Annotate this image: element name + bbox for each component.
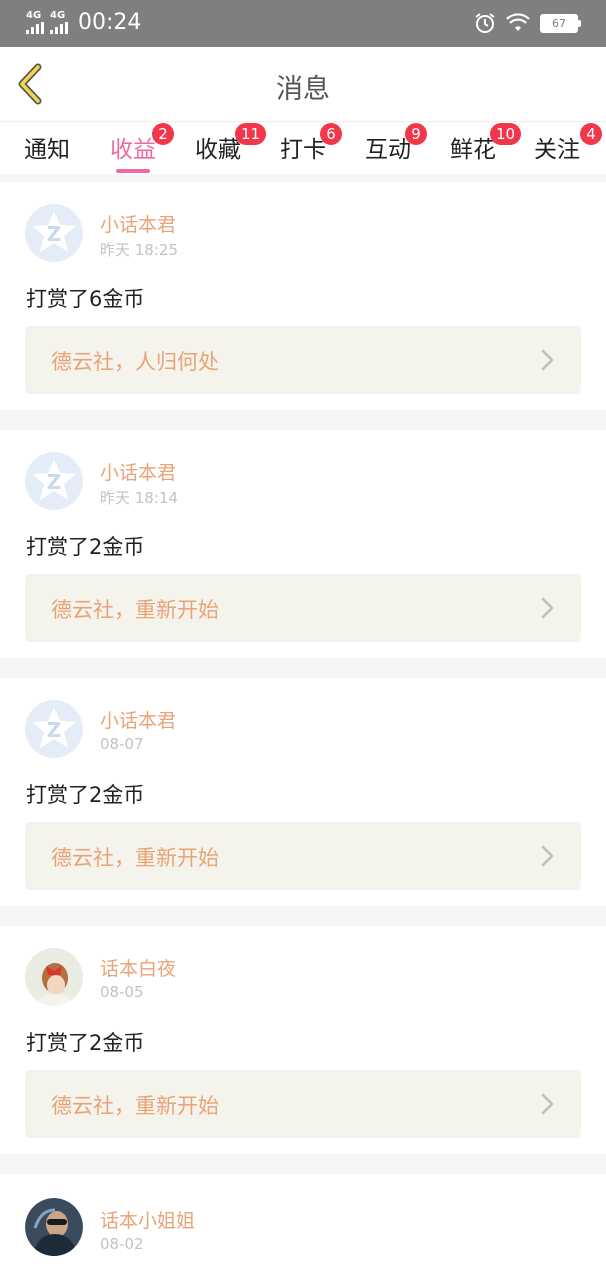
story-title: 德云社，重新开始 xyxy=(51,1094,219,1118)
timestamp: 08-02 xyxy=(100,1235,144,1253)
timestamp: 昨天 18:25 xyxy=(100,241,178,259)
tab-checkin[interactable]: 打卡 6 xyxy=(280,123,342,164)
message-card: Z 小话本君 08-07 打赏了2金币 德云社，重新开始 xyxy=(0,678,606,906)
tab-label: 通知 xyxy=(24,137,70,163)
battery-icon: 67 xyxy=(540,13,581,33)
story-link[interactable]: 德云社，重新开始 xyxy=(25,822,581,890)
message-card: Z 小话本君 昨天 18:25 打赏了6金币 德云社，人归何处 xyxy=(0,182,606,410)
app-logo-icon: Z xyxy=(25,452,83,510)
tab-favorites[interactable]: 收藏 11 xyxy=(195,123,267,164)
svg-text:Z: Z xyxy=(47,718,62,742)
message-card: Z 小话本君 昨天 18:14 打赏了2金币 德云社，重新开始 xyxy=(0,430,606,658)
chevron-right-icon xyxy=(541,845,554,867)
user-photo-icon xyxy=(25,1198,83,1256)
message-text: 打赏了2金币 xyxy=(26,783,145,807)
username[interactable]: 小话本君 xyxy=(100,706,176,733)
username[interactable]: 小话本君 xyxy=(100,458,176,485)
avatar[interactable]: Z xyxy=(25,700,83,758)
tab-label: 打卡 xyxy=(280,137,326,163)
badge: 6 xyxy=(320,123,342,145)
username[interactable]: 小话本君 xyxy=(100,210,176,237)
tab-label: 收藏 xyxy=(195,137,241,163)
message-card: 话本小姐姐 08-02 xyxy=(0,1174,606,1280)
app-logo-icon: Z xyxy=(25,700,83,758)
wifi-icon xyxy=(506,13,530,31)
story-title: 德云社，重新开始 xyxy=(51,598,219,622)
clock: 00:24 xyxy=(78,10,142,35)
message-card: 话本白夜 08-05 打赏了2金币 德云社，重新开始 xyxy=(0,926,606,1154)
tab-label: 收益 xyxy=(110,137,156,163)
story-link[interactable]: 德云社，重新开始 xyxy=(25,574,581,642)
chevron-right-icon xyxy=(541,597,554,619)
tab-label: 互动 xyxy=(365,137,411,163)
chevron-right-icon xyxy=(541,1093,554,1115)
tab-label: 关注 xyxy=(534,137,580,163)
alarm-icon xyxy=(475,13,495,33)
tab-bar: 通知 收益 2 收藏 11 打卡 6 互动 9 鲜花 10 关注 4 xyxy=(0,122,606,174)
badge: 9 xyxy=(405,123,427,145)
chevron-right-icon xyxy=(541,349,554,371)
status-bar: 4G 4G 00:24 67 xyxy=(0,0,606,47)
user-photo-icon xyxy=(25,948,83,1006)
tab-follows[interactable]: 关注 4 xyxy=(534,123,602,164)
active-tab-indicator xyxy=(116,169,150,173)
badge: 4 xyxy=(580,123,602,145)
avatar[interactable]: Z xyxy=(25,204,83,262)
tab-notifications[interactable]: 通知 xyxy=(24,130,70,164)
message-text: 打赏了6金币 xyxy=(26,287,145,311)
nav-bar: 消息 xyxy=(0,47,606,122)
story-title: 德云社，重新开始 xyxy=(51,846,219,870)
avatar[interactable]: Z xyxy=(25,452,83,510)
signal-icon: 4G xyxy=(26,11,44,34)
story-link[interactable]: 德云社，人归何处 xyxy=(25,326,581,394)
page-title: 消息 xyxy=(276,74,330,105)
badge: 10 xyxy=(490,123,522,145)
badge: 2 xyxy=(152,123,174,145)
timestamp: 08-05 xyxy=(100,983,144,1001)
tab-interactions[interactable]: 互动 9 xyxy=(365,123,427,164)
story-link[interactable]: 德云社，重新开始 xyxy=(25,1070,581,1138)
svg-text:Z: Z xyxy=(47,222,62,246)
message-text: 打赏了2金币 xyxy=(26,1031,145,1055)
svg-text:Z: Z xyxy=(47,470,62,494)
avatar[interactable] xyxy=(25,1198,83,1256)
username[interactable]: 话本白夜 xyxy=(100,954,176,981)
username[interactable]: 话本小姐姐 xyxy=(100,1206,195,1233)
tab-earnings[interactable]: 收益 2 xyxy=(110,123,174,173)
message-text: 打赏了2金币 xyxy=(26,535,145,559)
timestamp: 昨天 18:14 xyxy=(100,489,178,507)
signal-icon: 4G xyxy=(50,11,68,34)
tab-flowers[interactable]: 鲜花 10 xyxy=(450,123,522,164)
badge: 11 xyxy=(235,123,267,145)
tab-label: 鲜花 xyxy=(450,137,496,163)
story-title: 德云社，人归何处 xyxy=(51,350,219,374)
app-logo-icon: Z xyxy=(25,204,83,262)
timestamp: 08-07 xyxy=(100,735,144,753)
avatar[interactable] xyxy=(25,948,83,1006)
